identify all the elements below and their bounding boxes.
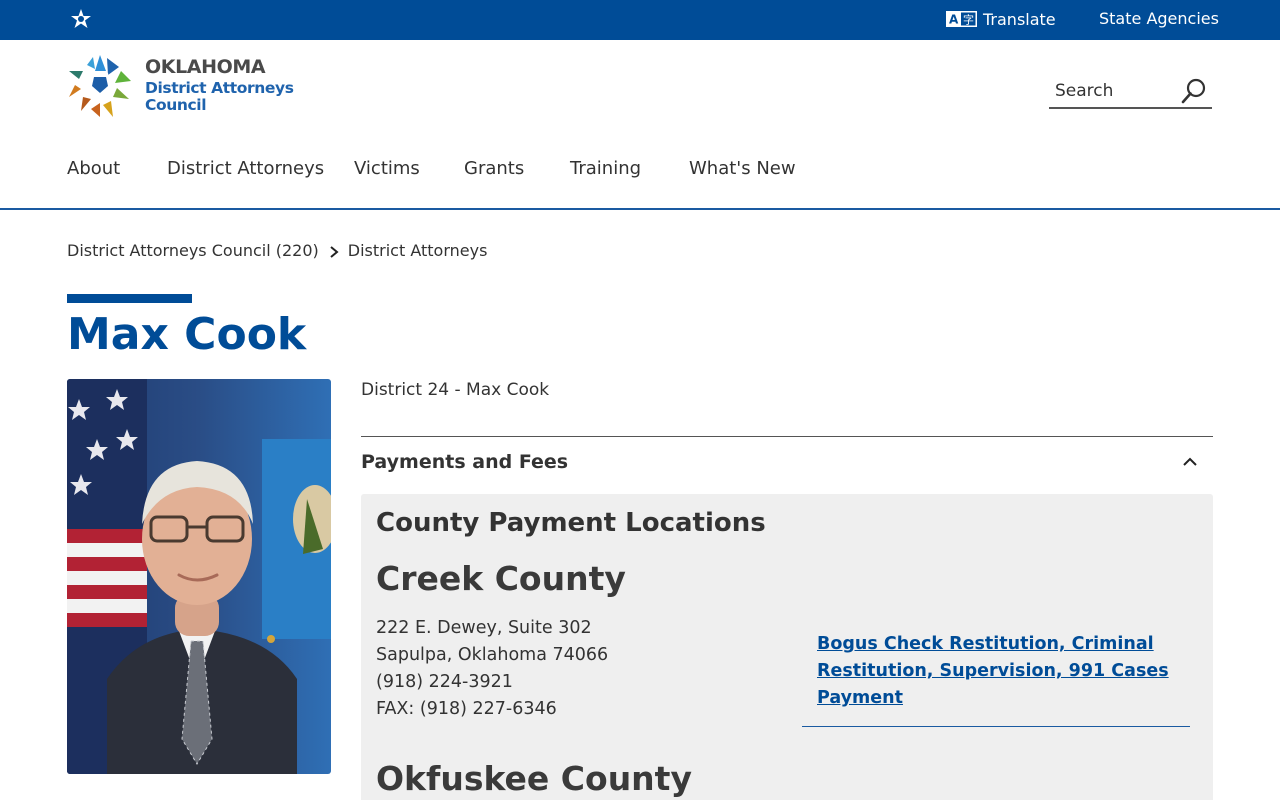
address-line-fax: FAX: (918) 227-6346	[376, 699, 557, 719]
address-line-city: Sapulpa, Oklahoma 74066	[376, 645, 609, 665]
link-divider	[802, 726, 1190, 727]
svg-text:字: 字	[963, 13, 974, 27]
svg-text:A: A	[949, 13, 959, 27]
nav-item-whats-new[interactable]: What's New	[689, 158, 796, 179]
accordion-panel: County Payment Locations Creek County 22…	[361, 494, 1213, 800]
nav-item-about[interactable]: About	[67, 158, 120, 179]
state-agencies-link[interactable]: State Agencies	[1099, 9, 1219, 28]
address-line-phone: (918) 224-3921	[376, 672, 513, 692]
nav-item-victims[interactable]: Victims	[354, 158, 420, 179]
portrait-photo	[67, 379, 331, 774]
district-line: District 24 - Max Cook	[361, 380, 550, 400]
portrait-illustration	[67, 379, 331, 774]
oklahoma-star-icon[interactable]	[69, 9, 93, 31]
top-utility-bar: A 字 Translate State Agencies	[0, 0, 1280, 40]
county-name-okfuskee: Okfuskee County	[376, 759, 692, 798]
logo-line-district-attorneys: District Attorneys	[145, 79, 294, 97]
breadcrumb-link-council[interactable]: District Attorneys Council (220)	[67, 241, 319, 260]
translate-icon: A 字	[946, 11, 977, 27]
nav-item-training[interactable]: Training	[570, 158, 641, 179]
translate-button[interactable]: A 字 Translate	[946, 8, 1056, 30]
chevron-up-icon	[1183, 457, 1197, 466]
county-name-creek: Creek County	[376, 559, 626, 598]
accordion-title: Payments and Fees	[361, 451, 569, 473]
breadcrumb-link-district-attorneys[interactable]: District Attorneys	[348, 241, 488, 260]
nav-item-district-attorneys[interactable]: District Attorneys	[167, 158, 324, 179]
accordion-divider	[361, 436, 1213, 437]
logo-text: OKLAHOMA District Attorneys Council	[145, 58, 294, 114]
search-label: Search	[1055, 80, 1114, 101]
site-logo[interactable]: OKLAHOMA District Attorneys Council	[67, 53, 294, 119]
logo-line-oklahoma: OKLAHOMA	[145, 56, 266, 78]
search-input[interactable]: Search	[1049, 74, 1212, 109]
page-title: Max Cook	[67, 309, 307, 360]
address-line-street: 222 E. Dewey, Suite 302	[376, 618, 592, 638]
breadcrumb: District Attorneys Council (220) Distric…	[67, 241, 487, 260]
chevron-right-icon	[330, 245, 339, 258]
logo-line-council: Council	[145, 96, 207, 114]
payments-accordion-toggle[interactable]: Payments and Fees	[361, 447, 1213, 477]
translate-label: Translate	[983, 9, 1056, 29]
panel-heading: County Payment Locations	[376, 508, 766, 538]
nav-item-grants[interactable]: Grants	[464, 158, 524, 179]
payment-link-creek[interactable]: Bogus Check Restitution, Criminal Restit…	[817, 631, 1177, 712]
title-accent-bar	[67, 294, 192, 303]
nav-divider	[0, 208, 1280, 210]
search-icon[interactable]	[1180, 77, 1208, 105]
odac-star-logo-icon	[69, 55, 131, 117]
county-address: 222 E. Dewey, Suite 302 Sapulpa, Oklahom…	[376, 615, 608, 723]
